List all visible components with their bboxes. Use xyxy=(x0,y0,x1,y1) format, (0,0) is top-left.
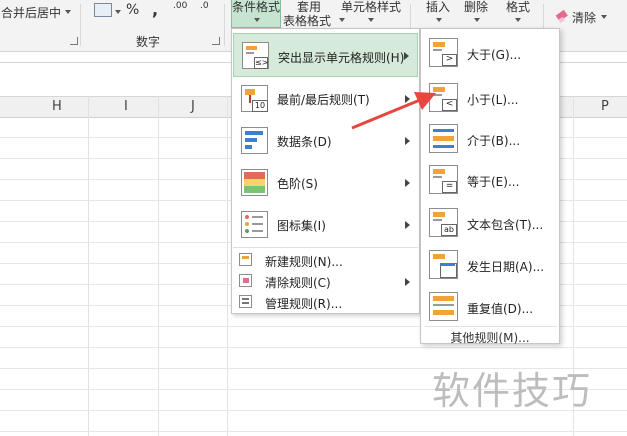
submenu-arrow-icon xyxy=(405,221,410,229)
clear-rules-label: 清除规则(C) xyxy=(265,276,331,290)
column-header-j[interactable]: J xyxy=(191,99,195,114)
duplicate-values-label: 重复值(D)... xyxy=(467,302,534,316)
grid-column-line xyxy=(158,96,159,436)
annotation-arrow-icon xyxy=(351,92,436,130)
currency-format-icon[interactable] xyxy=(94,3,112,17)
submenu-item-duplicate-values[interactable]: 重复值(D)... xyxy=(425,290,557,324)
merge-center-caret-icon[interactable] xyxy=(65,10,71,14)
submenu-item-greater-than[interactable]: > 大于(G)... xyxy=(425,36,557,70)
submenu-arrow-icon xyxy=(405,137,410,145)
submenu-arrow-icon xyxy=(405,278,410,286)
text-contains-symbol: ab xyxy=(441,224,457,236)
text-contains-label: 文本包含(T)... xyxy=(467,218,544,232)
new-rule-icon xyxy=(239,253,252,266)
delete-button[interactable]: 删除 xyxy=(464,0,488,15)
highlight-rules-symbol: ≤> xyxy=(254,57,269,69)
equal-to-icon: = xyxy=(429,165,458,194)
menu-item-icon-sets[interactable]: 图标集(I) xyxy=(233,204,418,246)
submenu-item-equal-to[interactable]: = 等于(E)... xyxy=(425,163,557,197)
equal-to-symbol: = xyxy=(442,181,457,193)
manage-rules-label: 管理规则(R)... xyxy=(265,297,343,311)
submenu-item-text-contains[interactable]: ab 文本包含(T)... xyxy=(425,206,557,240)
submenu-item-between[interactable]: 介于(B)... xyxy=(425,122,557,156)
date-occurring-icon xyxy=(429,250,458,279)
less-than-label: 小于(L)... xyxy=(467,93,519,107)
menu-item-new-rule[interactable]: 新建规则(N)... xyxy=(233,250,418,270)
grid-column-line xyxy=(88,96,89,436)
icon-sets-label: 图标集(I) xyxy=(277,219,326,233)
greater-than-icon: > xyxy=(429,38,458,67)
submenu-arrow-icon xyxy=(404,52,409,60)
highlight-rules-submenu: > 大于(G)... < 小于(L)... 介于(B)... = 等于(E)..… xyxy=(420,28,560,346)
percent-button[interactable]: % xyxy=(126,2,139,18)
format-button[interactable]: 格式 xyxy=(506,0,530,15)
grid-row-line xyxy=(0,431,627,432)
conditional-format-caret-icon xyxy=(254,18,260,22)
grid-column-line xyxy=(227,96,228,436)
manage-rules-icon xyxy=(239,295,252,308)
clear-caret-icon[interactable] xyxy=(601,15,607,19)
ribbon-separator xyxy=(224,4,225,46)
watermark-text: 软件技巧 xyxy=(432,369,593,413)
eraser-icon xyxy=(555,9,568,23)
cell-style-button[interactable]: 单元格样式 xyxy=(341,0,401,15)
menu-item-highlight-rules[interactable]: ≤> 突出显示单元格规则(H) xyxy=(233,33,418,77)
comma-button[interactable]: , xyxy=(152,0,158,19)
column-header-i[interactable]: I xyxy=(124,99,128,114)
number-group-label: 数字 xyxy=(136,35,161,49)
icon-sets-icon xyxy=(241,211,268,238)
submenu-item-more-rules[interactable]: 其他规则(M)... xyxy=(421,329,559,346)
color-scales-label: 色阶(S) xyxy=(277,177,318,191)
alignment-dialog-launcher-icon[interactable] xyxy=(70,37,78,45)
highlight-rules-label: 突出显示单元格规则(H) xyxy=(278,51,405,65)
top-10-symbol: 10 xyxy=(252,100,268,112)
menu-item-clear-rules[interactable]: 清除规则(C) xyxy=(233,270,418,292)
number-dialog-launcher-icon[interactable] xyxy=(212,37,220,45)
submenu-arrow-icon xyxy=(405,179,410,187)
merge-center-button[interactable]: 合并后居中 xyxy=(1,4,61,21)
table-format-caret-icon[interactable] xyxy=(339,18,345,22)
color-scales-icon xyxy=(241,169,268,196)
decrease-decimal-button[interactable]: .0 xyxy=(200,1,209,11)
format-caret-icon[interactable] xyxy=(515,18,521,22)
currency-caret-icon[interactable] xyxy=(115,10,121,14)
increase-decimal-button[interactable]: .00 xyxy=(173,1,187,11)
less-than-symbol: < xyxy=(442,99,457,111)
column-header-h[interactable]: H xyxy=(52,99,62,114)
between-label: 介于(B)... xyxy=(467,134,521,148)
cell-style-caret-icon[interactable] xyxy=(368,18,374,22)
duplicate-values-icon xyxy=(429,292,458,321)
greater-than-symbol: > xyxy=(442,54,457,66)
insert-button[interactable]: 插入 xyxy=(426,0,450,15)
conditional-format-menu: ≤> 突出显示单元格规则(H) 10 最前/最后规则(T) 数据条(D) 色阶(… xyxy=(231,28,420,314)
new-rule-label: 新建规则(N)... xyxy=(265,255,343,269)
delete-caret-icon[interactable] xyxy=(474,18,480,22)
date-occurring-label: 发生日期(A)... xyxy=(467,260,545,274)
data-bars-icon xyxy=(241,127,268,154)
menu-item-color-scales[interactable]: 色阶(S) xyxy=(233,162,418,204)
column-header-p[interactable]: P xyxy=(601,99,609,114)
clear-button[interactable]: 清除 xyxy=(572,9,596,26)
clear-rules-icon xyxy=(239,274,252,287)
insert-caret-icon[interactable] xyxy=(436,18,442,22)
conditional-format-label: 条件格式 xyxy=(232,0,281,14)
text-contains-icon: ab xyxy=(429,208,458,237)
table-format-button[interactable]: 表格格式 xyxy=(283,12,331,29)
top-bottom-rules-icon: 10 xyxy=(241,85,268,112)
submenu-separator xyxy=(425,326,557,327)
menu-item-manage-rules[interactable]: 管理规则(R)... xyxy=(233,292,418,312)
data-bars-label: 数据条(D) xyxy=(277,135,332,149)
menu-separator xyxy=(233,247,418,248)
ribbon-separator xyxy=(80,4,81,46)
greater-than-label: 大于(G)... xyxy=(467,48,522,62)
submenu-item-date-occurring[interactable]: 发生日期(A)... xyxy=(425,248,557,282)
equal-to-label: 等于(E)... xyxy=(467,175,520,189)
grid-row-line xyxy=(0,347,627,348)
highlight-rules-icon: ≤> xyxy=(242,42,269,69)
submenu-item-less-than[interactable]: < 小于(L)... xyxy=(425,81,557,115)
